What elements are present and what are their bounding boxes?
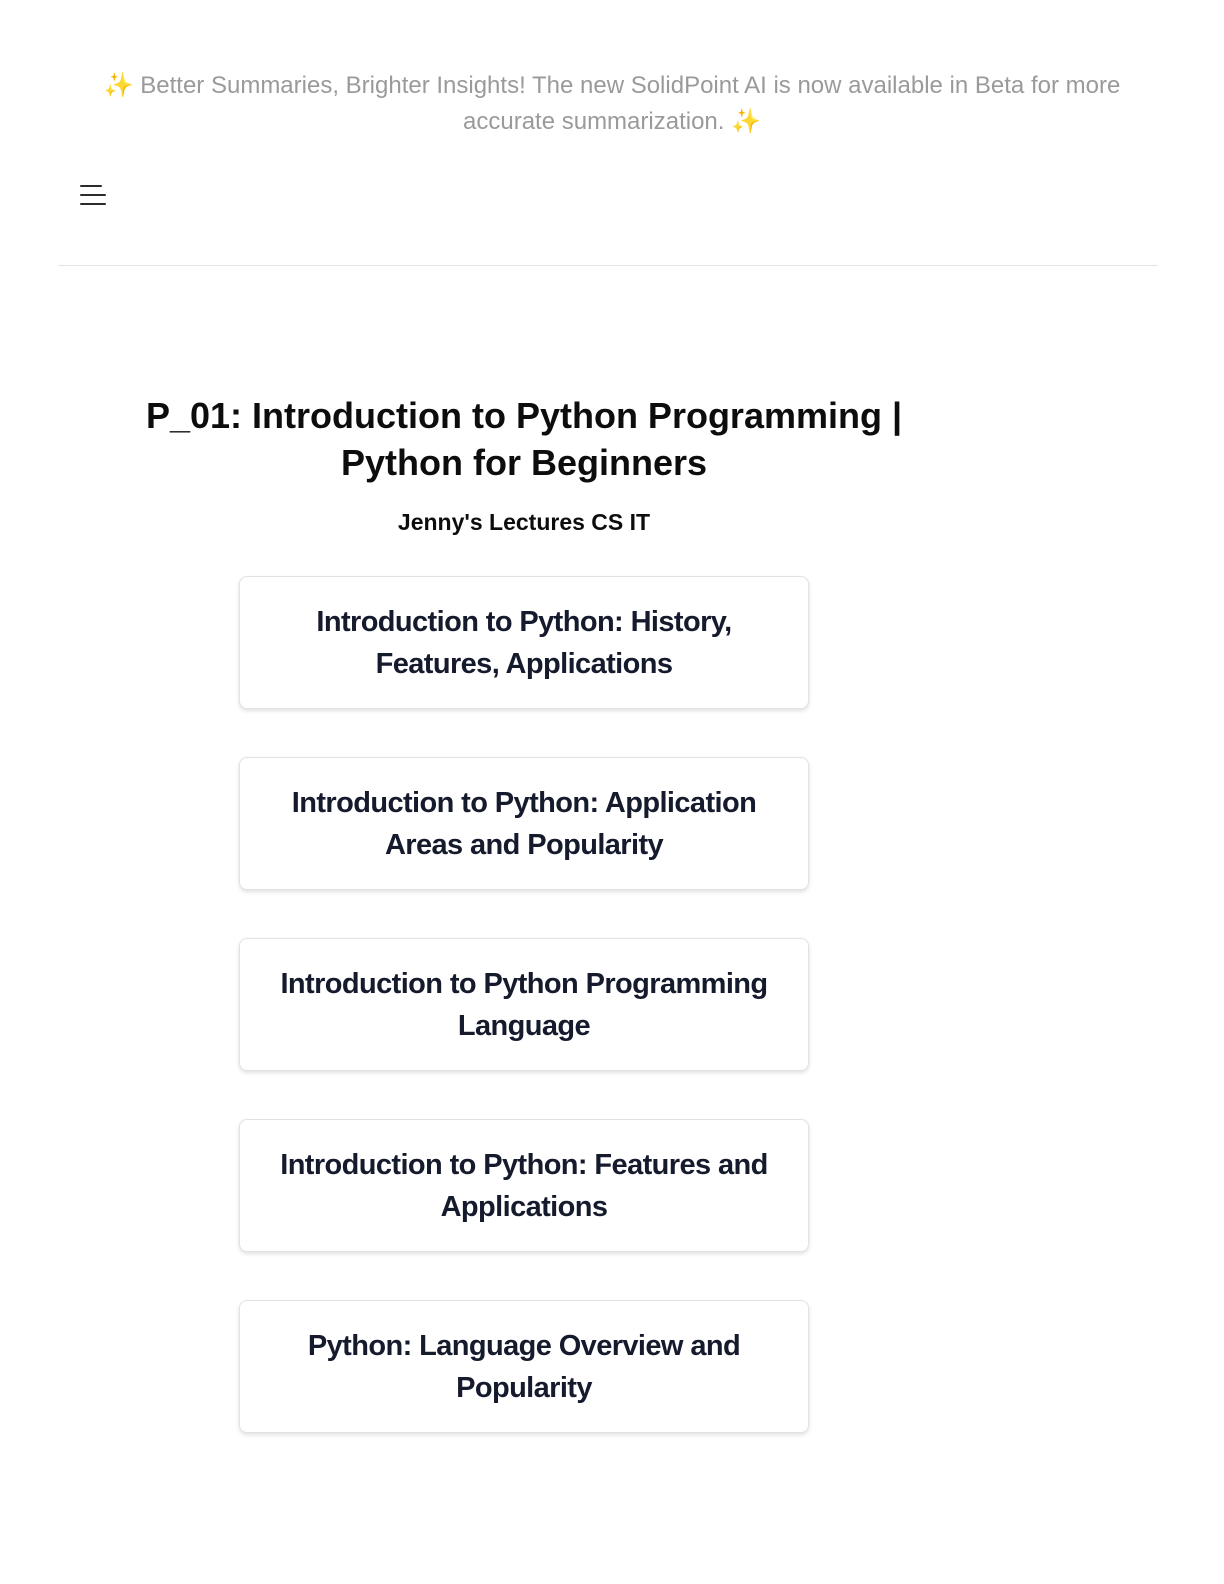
hamburger-menu-icon[interactable] <box>70 172 116 218</box>
chapter-list: Introduction to Python: History, Feature… <box>239 576 809 1481</box>
channel-name: Jenny's Lectures CS IT <box>397 509 651 535</box>
menu-bar <box>80 194 106 196</box>
chapter-card[interactable]: Introduction to Python: Application Area… <box>239 757 809 890</box>
sparkle-icon: ✨ <box>103 72 134 99</box>
header-divider <box>58 265 1158 266</box>
menu-bar <box>80 185 102 187</box>
page-title: P_01: Introduction to Python Programming… <box>145 395 903 483</box>
banner-text: Better Summaries, Brighter Insights! The… <box>140 72 1121 135</box>
announcement-banner: ✨ Better Summaries, Brighter Insights! T… <box>90 68 1134 140</box>
chapter-card[interactable]: Introduction to Python Programming Langu… <box>239 938 809 1071</box>
chapter-card[interactable]: Introduction to Python: Features and App… <box>239 1119 809 1252</box>
menu-bar <box>80 203 106 205</box>
chapter-card[interactable]: Introduction to Python: History, Feature… <box>239 576 809 709</box>
sparkle-icon: ✨ <box>731 108 761 135</box>
chapter-card[interactable]: Python: Language Overview and Popularity <box>239 1300 809 1433</box>
